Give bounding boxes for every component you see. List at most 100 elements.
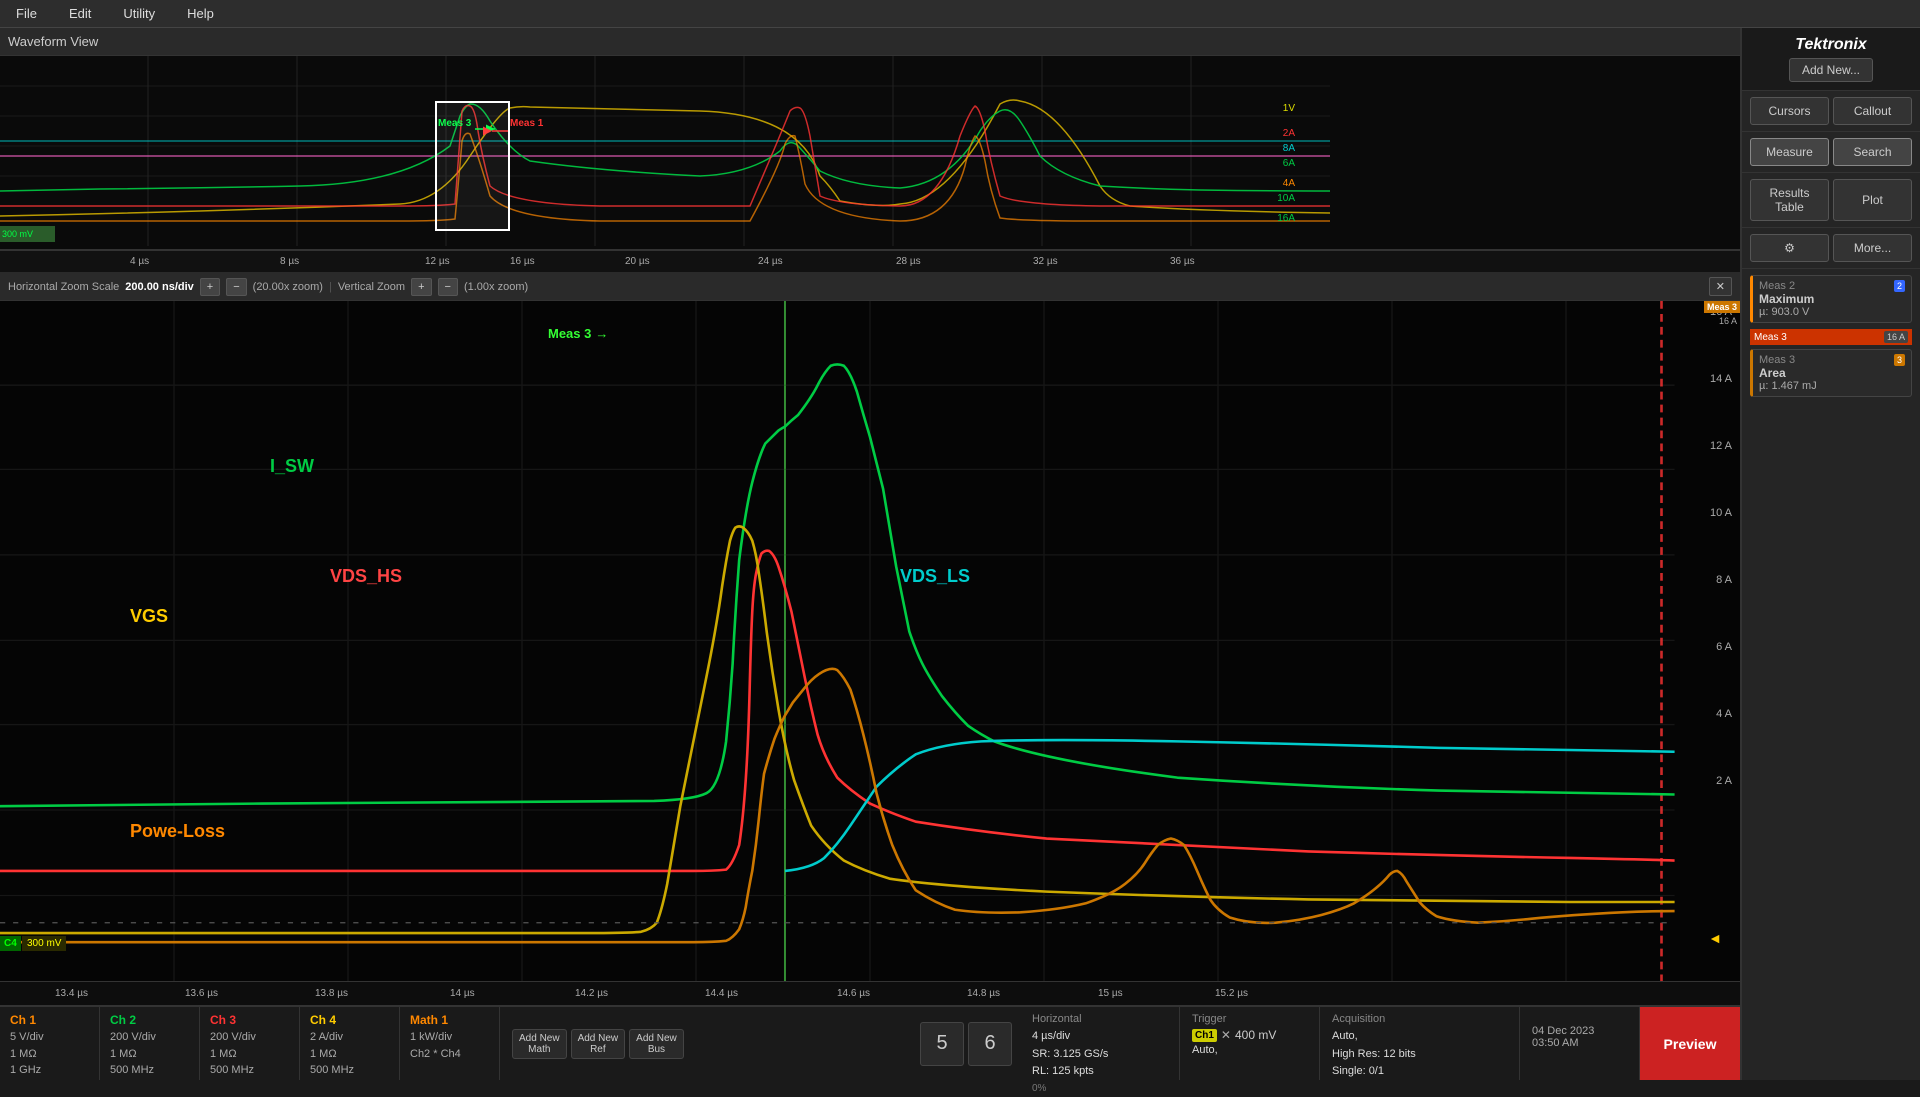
svg-text:300 mV: 300 mV bbox=[2, 229, 33, 239]
svg-text:8A: 8A bbox=[1283, 143, 1296, 154]
trigger-mode: Auto, bbox=[1192, 1042, 1307, 1060]
tick-14-2: 14.2 µs bbox=[575, 988, 608, 999]
zoom-box[interactable] bbox=[435, 101, 510, 231]
tick-13-8: 13.8 µs bbox=[315, 988, 348, 999]
horiz-zoom-label: Horizontal Zoom Scale bbox=[8, 281, 119, 293]
add-new-ref-btn[interactable]: Add NewRef bbox=[571, 1029, 626, 1059]
horizontal-rl: RL: 125 kpts bbox=[1032, 1063, 1167, 1081]
overview-panel[interactable]: T bbox=[0, 56, 1740, 251]
meas3-right-badge: Meas 3 bbox=[1704, 301, 1740, 313]
datetime-section: 04 Dec 2023 03:50 AM bbox=[1520, 1007, 1640, 1080]
math1-name: Math 1 bbox=[410, 1013, 489, 1027]
add-new-bus-btn[interactable]: Add NewBus bbox=[629, 1029, 684, 1059]
meas2-badge: 2 bbox=[1894, 280, 1905, 292]
tick-16us: 16 µs bbox=[510, 256, 535, 267]
tick-8us: 8 µs bbox=[280, 256, 299, 267]
ch1-bw: 1 GHz bbox=[10, 1062, 89, 1079]
vds-ls-label: VDS_LS bbox=[900, 566, 970, 587]
horizontal-pct: 0% bbox=[1032, 1081, 1167, 1097]
acquisition-section: Acquisition Auto, High Res: 12 bits Sing… bbox=[1320, 1007, 1520, 1080]
tick-14-4: 14.4 µs bbox=[705, 988, 738, 999]
c4-indicator: C4 bbox=[0, 936, 21, 951]
ch2-scale: 200 V/div bbox=[110, 1029, 189, 1046]
settings-btn[interactable]: ⚙ bbox=[1750, 234, 1829, 262]
add-new-math-btn[interactable]: Add NewMath bbox=[512, 1029, 567, 1059]
waveform-area: Waveform View T bbox=[0, 28, 1740, 1080]
measure-btn[interactable]: Measure bbox=[1750, 138, 1829, 166]
tick-20us: 20 µs bbox=[625, 256, 650, 267]
results-table-btn[interactable]: Results Table bbox=[1750, 179, 1829, 221]
i-sw-label: I_SW bbox=[270, 456, 314, 477]
overview-time-axis: 4 µs 8 µs 12 µs 16 µs 20 µs 24 µs 28 µs … bbox=[0, 251, 1740, 273]
axis-4a: 4 A bbox=[1716, 708, 1732, 720]
ch1-name: Ch 1 bbox=[10, 1013, 89, 1027]
preview-button[interactable]: Preview bbox=[1640, 1007, 1740, 1080]
menu-file[interactable]: File bbox=[8, 2, 45, 25]
math1-block[interactable]: Math 1 1 kW/div Ch2 * Ch4 bbox=[400, 1007, 500, 1080]
meas3-value: µ: 1.467 mJ bbox=[1759, 380, 1905, 392]
meas3-badge: 3 bbox=[1894, 354, 1905, 366]
ch4-coupling: 1 MΩ bbox=[310, 1046, 389, 1063]
horiz-zoom-value: 200.00 ns/div bbox=[125, 281, 194, 293]
vert-zoom-out-btn[interactable]: − bbox=[438, 278, 458, 296]
ch1-coupling: 1 MΩ bbox=[10, 1046, 89, 1063]
axis-8a: 8 A bbox=[1716, 574, 1732, 586]
axis-12a: 12 A bbox=[1710, 440, 1732, 452]
tick-14-6: 14.6 µs bbox=[837, 988, 870, 999]
tektronix-logo: Tektronix bbox=[1750, 36, 1912, 54]
trigger-section: Trigger Ch1 ✕ 400 mV Auto, bbox=[1180, 1007, 1320, 1080]
vds-hs-label: VDS_HS bbox=[330, 566, 402, 587]
ch1-scale: 5 V/div bbox=[10, 1029, 89, 1046]
meas2-type: Maximum bbox=[1759, 292, 1905, 306]
measure-search-row: Measure Search bbox=[1742, 132, 1920, 173]
vert-zoom-in-btn[interactable]: + bbox=[411, 278, 431, 296]
main-waveform[interactable]: I_SW VDS_HS VGS VDS_LS Powe-Loss 16 A 14… bbox=[0, 301, 1740, 981]
tick-36us: 36 µs bbox=[1170, 256, 1195, 267]
plot-btn[interactable]: Plot bbox=[1833, 179, 1912, 221]
zoom-in-btn[interactable]: + bbox=[200, 278, 220, 296]
vert-zoom-factor: (1.00x zoom) bbox=[464, 281, 528, 293]
cursors-callout-row: Cursors Callout bbox=[1742, 91, 1920, 132]
meas2-value: µ: 903.0 V bbox=[1759, 306, 1905, 318]
ch3-block[interactable]: Ch 3 200 V/div 1 MΩ 500 MHz bbox=[200, 1007, 300, 1080]
meas-panel: Meas 2 2 Maximum µ: 903.0 V Meas 3 16 A … bbox=[1742, 269, 1920, 409]
menu-help[interactable]: Help bbox=[179, 2, 222, 25]
meas2-item[interactable]: Meas 2 2 Maximum µ: 903.0 V bbox=[1750, 275, 1912, 323]
axis-14a: 14 A bbox=[1710, 373, 1732, 385]
num-5[interactable]: 5 bbox=[920, 1022, 964, 1066]
meas3-item[interactable]: Meas 3 3 Area µ: 1.467 mJ bbox=[1750, 349, 1912, 397]
trigger-x[interactable]: ✕ bbox=[1221, 1028, 1231, 1042]
more-btn[interactable]: More... bbox=[1833, 234, 1912, 262]
cursors-btn[interactable]: Cursors bbox=[1750, 97, 1829, 125]
tick-15: 15 µs bbox=[1098, 988, 1123, 999]
add-buttons-area: Add NewMath Add NewRef Add NewBus bbox=[500, 1007, 696, 1080]
meas3-red-badge: Meas 3 16 A bbox=[1750, 329, 1912, 345]
ch1-block[interactable]: Ch 1 5 V/div 1 MΩ 1 GHz bbox=[0, 1007, 100, 1080]
tick-14-8: 14.8 µs bbox=[967, 988, 1000, 999]
overview-svg: 1V 2A 8A 6A 4A 10A 16A Meas 3 Meas 1 bbox=[0, 56, 1740, 249]
add-new-button[interactable]: Add New... bbox=[1789, 58, 1873, 82]
acquisition-mode: Auto, bbox=[1332, 1028, 1507, 1046]
search-btn[interactable]: Search bbox=[1833, 138, 1912, 166]
settings-more-row: ⚙ More... bbox=[1742, 228, 1920, 269]
ch3-scale: 200 V/div bbox=[210, 1029, 289, 1046]
num-6[interactable]: 6 bbox=[968, 1022, 1012, 1066]
meas3-main-label: Meas 3 → bbox=[548, 326, 608, 341]
menu-utility[interactable]: Utility bbox=[115, 2, 163, 25]
close-zoom-btn[interactable]: ✕ bbox=[1709, 277, 1732, 296]
tick-13-4: 13.4 µs bbox=[55, 988, 88, 999]
tick-12us: 12 µs bbox=[425, 256, 450, 267]
ch4-block[interactable]: Ch 4 2 A/div 1 MΩ 500 MHz bbox=[300, 1007, 400, 1080]
tick-15-2: 15.2 µs bbox=[1215, 988, 1248, 999]
callout-btn[interactable]: Callout bbox=[1833, 97, 1912, 125]
meas2-title: Meas 2 bbox=[1759, 280, 1795, 292]
main-layout: Waveform View T bbox=[0, 28, 1920, 1080]
ch2-block[interactable]: Ch 2 200 V/div 1 MΩ 500 MHz bbox=[100, 1007, 200, 1080]
zoom-out-btn[interactable]: − bbox=[226, 278, 246, 296]
right-panel: Tektronix Add New... Cursors Callout Mea… bbox=[1740, 28, 1920, 1080]
vert-zoom-label: Vertical Zoom bbox=[338, 281, 405, 293]
menu-edit[interactable]: Edit bbox=[61, 2, 99, 25]
tick-28us: 28 µs bbox=[896, 256, 921, 267]
trigger-title: Trigger bbox=[1192, 1013, 1307, 1025]
powe-loss-label: Powe-Loss bbox=[130, 821, 225, 842]
